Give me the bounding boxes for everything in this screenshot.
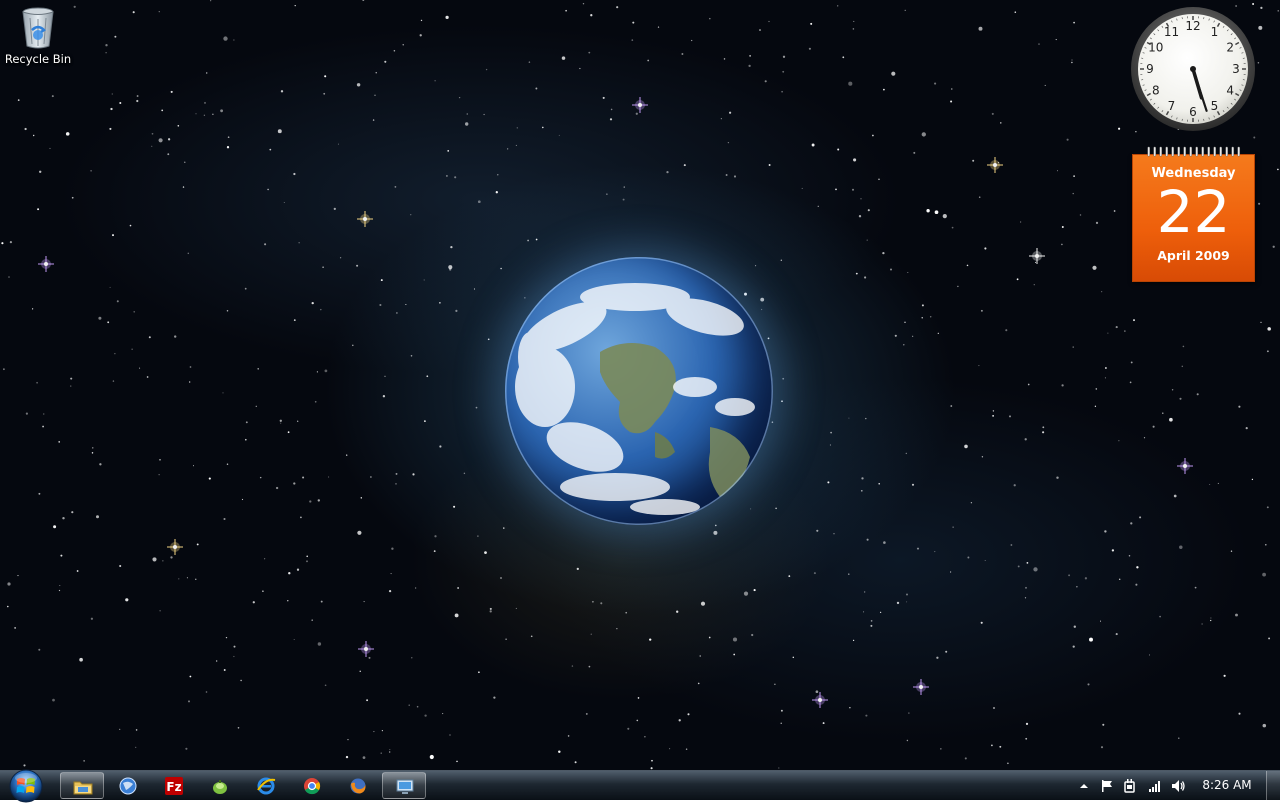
desktop[interactable]: Recycle Bin 12 12 3 45678 9 1011: [0, 0, 1280, 770]
calendar-page: Wednesday 22 April 2009: [1132, 154, 1255, 282]
earth-wallpaper-image: [505, 257, 773, 525]
windows-logo-icon: [6, 767, 46, 803]
calendar-day-number: 22: [1133, 183, 1254, 241]
network-signal-icon[interactable]: [1147, 778, 1163, 794]
clock-numeral: 12: [1185, 19, 1200, 33]
clock-gadget[interactable]: 12 12 3 45678 9 1011: [1130, 6, 1256, 132]
internet-explorer-icon: [256, 776, 276, 796]
start-button[interactable]: [6, 767, 46, 803]
monitor-icon: [395, 777, 415, 797]
taskbar-network-button[interactable]: [106, 772, 150, 799]
clock-numeral: 5: [1211, 99, 1219, 113]
action-center-flag-icon[interactable]: [1099, 778, 1115, 794]
show-hidden-icons-arrow[interactable]: [1076, 778, 1092, 794]
taskbar-firefox-button[interactable]: [336, 772, 380, 799]
clock-numeral: 1: [1211, 25, 1219, 39]
calendar-gadget[interactable]: Wednesday 22 April 2009: [1132, 146, 1255, 282]
power-icon[interactable]: [1122, 778, 1138, 794]
taskbar-explorer-button[interactable]: [60, 772, 104, 799]
taskbar-chrome-button[interactable]: [290, 772, 334, 799]
calendar-month-year: April 2009: [1133, 248, 1254, 263]
volume-icon[interactable]: [1170, 778, 1186, 794]
show-desktop-button[interactable]: [1266, 771, 1280, 800]
clock-numeral: 3: [1232, 62, 1240, 76]
chrome-icon: [302, 776, 322, 796]
taskbar-internet-explorer-button[interactable]: [244, 772, 288, 799]
taskbar-green-app-button[interactable]: [198, 772, 242, 799]
taskbar-clock[interactable]: 8:26 AM: [1196, 778, 1258, 792]
clock-numeral: 9: [1146, 62, 1154, 76]
calendar-binding-rings: [1138, 146, 1249, 158]
taskbar: Fz: [0, 770, 1280, 800]
recycle-bin-desktop-icon[interactable]: Recycle Bin: [4, 4, 72, 76]
clock-numeral: 4: [1226, 84, 1234, 98]
filezilla-icon: Fz: [164, 776, 184, 796]
svg-text:Fz: Fz: [166, 780, 181, 794]
recycle-bin-icon: [20, 6, 56, 50]
clock-numeral: 7: [1168, 99, 1176, 113]
taskbar-filezilla-button[interactable]: Fz: [152, 772, 196, 799]
clock-numeral: 2: [1226, 41, 1234, 55]
clock-numeral: 6: [1189, 105, 1197, 119]
analog-clock-face: 12 12 3 45678 9 1011: [1130, 6, 1256, 132]
folder-icon: [73, 777, 93, 797]
taskbar-remote-desktop-button[interactable]: [382, 772, 426, 799]
clock-numeral: 11: [1164, 25, 1179, 39]
green-app-icon: [210, 776, 230, 796]
firefox-icon: [348, 776, 368, 796]
clock-numeral: 10: [1148, 41, 1163, 55]
globe-icon: [118, 776, 138, 796]
clock-numeral: 8: [1152, 84, 1160, 98]
recycle-bin-label: Recycle Bin: [4, 52, 72, 66]
